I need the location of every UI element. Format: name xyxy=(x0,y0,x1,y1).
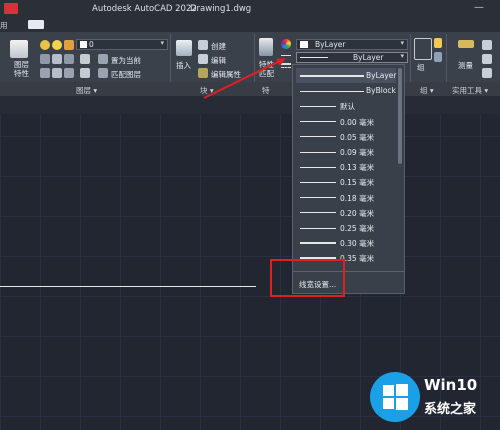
lineweight-sample xyxy=(300,212,336,214)
lineweight-option[interactable]: 0.30 毫米 xyxy=(296,235,396,250)
lineweight-sample xyxy=(300,227,336,229)
lineweight-sample xyxy=(300,90,364,92)
lineweight-option-label: 0.35 毫米 xyxy=(340,254,375,264)
lineweight-option[interactable]: 0.13 毫米 xyxy=(296,159,396,174)
annotation-arrow xyxy=(203,58,286,99)
lineweight-option-label: ByBlock xyxy=(366,86,396,96)
lineweight-option[interactable]: ByBlock xyxy=(296,83,396,98)
lineweight-option-label: 0.30 毫米 xyxy=(340,239,375,249)
lineweight-option-label: 0.05 毫米 xyxy=(340,132,375,142)
lineweight-option-label: 0.09 毫米 xyxy=(340,148,375,157)
lineweight-option-label: 0.13 毫米 xyxy=(340,163,375,173)
lineweight-option-label: 0.15 毫米 xyxy=(340,178,375,188)
lineweight-option-label: 0.20 毫米 xyxy=(340,208,375,218)
windows-logo-icon xyxy=(370,372,420,422)
lineweight-option-label: 0.25 毫米 xyxy=(340,224,375,233)
lineweight-option-label: 0.00 毫米 xyxy=(340,117,375,127)
lineweight-sample xyxy=(300,75,364,77)
lineweight-option[interactable]: 0.09 毫米 xyxy=(296,144,396,159)
lineweight-sample xyxy=(300,181,336,183)
highlight-box xyxy=(270,259,345,297)
lineweight-option[interactable]: 0.20 毫米 xyxy=(296,205,396,220)
lineweight-sample xyxy=(300,166,336,168)
lineweight-sample xyxy=(300,242,336,245)
lineweight-option[interactable]: ByLayer xyxy=(296,68,397,84)
dropdown-scrollbar[interactable] xyxy=(398,68,402,164)
lineweight-option-label: 0.18 毫米 xyxy=(340,193,375,203)
lineweight-option-label: ByLayer xyxy=(366,71,397,80)
lineweight-sample xyxy=(300,197,336,199)
lineweight-option-label: 默认 xyxy=(340,102,355,112)
lineweight-option[interactable]: 0.00 毫米 xyxy=(296,114,396,129)
watermark: Win10 系统之家 xyxy=(370,372,496,424)
lineweight-sample xyxy=(300,121,336,123)
lineweight-option[interactable]: 0.05 毫米 xyxy=(296,129,396,144)
watermark-sub: 系统之家 xyxy=(424,402,477,417)
lineweight-sample xyxy=(300,105,336,107)
lineweight-sample xyxy=(300,151,336,153)
lineweight-option[interactable]: 默认 xyxy=(296,98,396,113)
watermark-brand: Win10 xyxy=(424,376,478,394)
lineweight-sample xyxy=(300,136,336,138)
lineweight-option[interactable]: 0.25 毫米 xyxy=(296,220,396,235)
lineweight-option[interactable]: 0.18 毫米 xyxy=(296,190,396,205)
lineweight-option[interactable]: 0.15 毫米 xyxy=(296,174,396,189)
